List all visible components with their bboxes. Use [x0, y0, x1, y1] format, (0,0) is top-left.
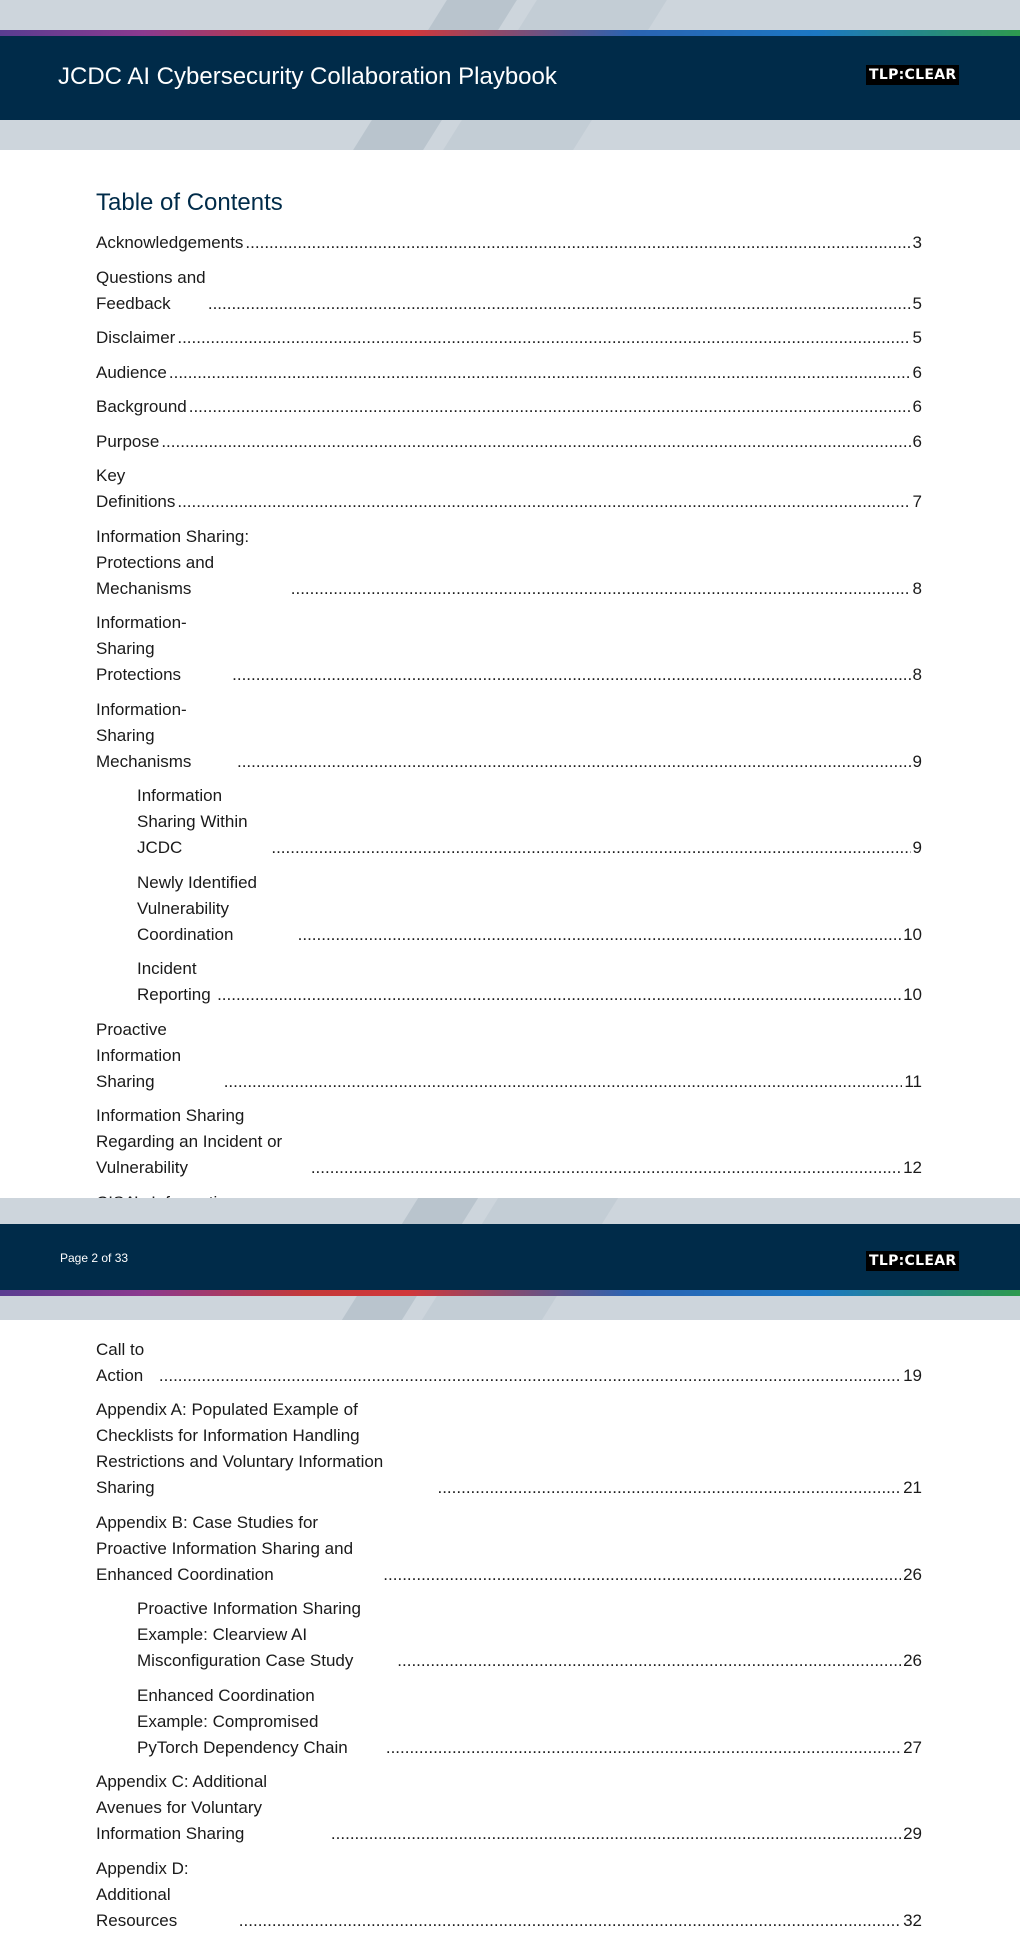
toc-page-number[interactable]: 10: [903, 922, 922, 948]
toc-page-number[interactable]: 3: [913, 230, 922, 256]
toc-dot-leader: [239, 1908, 901, 1934]
toc-page-number[interactable]: 29: [903, 1821, 922, 1847]
toc-dot-leader: [217, 982, 901, 1008]
toc-page-number[interactable]: 6: [913, 360, 922, 386]
toc-entry-title[interactable]: Proactive Information Sharing: [96, 1017, 222, 1095]
tlp-classification-badge: TLP:CLEAR: [866, 65, 960, 85]
toc-page-number[interactable]: 10: [903, 982, 922, 1008]
toc-entry[interactable]: Call to Action 19: [96, 1337, 922, 1389]
toc-entry-title[interactable]: Disclaimer: [96, 325, 175, 351]
toc-entry[interactable]: Appendix C: Additional Avenues for Volun…: [96, 1769, 922, 1847]
toc-entry-title[interactable]: Incident Reporting: [137, 956, 215, 1008]
toc-dot-leader: [383, 1562, 901, 1588]
toc-entry-title[interactable]: Audience: [96, 360, 167, 386]
toc-entry-title[interactable]: Information-Sharing Protections: [96, 610, 230, 688]
toc-entry[interactable]: Newly Identified Vulnerability Coordinat…: [96, 870, 922, 948]
toc-entry[interactable]: Enhanced Coordination Example: Compromis…: [96, 1683, 922, 1761]
toc-page-number[interactable]: 5: [913, 291, 922, 317]
toc-page-number[interactable]: 8: [913, 576, 922, 602]
toc-entry[interactable]: Information-Sharing Protections 8: [96, 610, 922, 688]
toc-entry[interactable]: Audience 6: [96, 360, 922, 386]
toc-entry[interactable]: Background 6: [96, 394, 922, 420]
toc-dot-leader: [311, 1155, 901, 1181]
toc-entry[interactable]: Acknowledgements 3: [96, 230, 922, 256]
toc-dot-leader: [177, 489, 910, 515]
toc-entry[interactable]: Appendix D: Additional Resources 32: [96, 1856, 922, 1934]
toc-dot-leader: [291, 576, 911, 602]
toc-page-number[interactable]: 27: [903, 1735, 922, 1761]
toc-page-number[interactable]: 8: [913, 662, 922, 688]
toc-dot-leader: [159, 1363, 901, 1389]
toc-entry[interactable]: Key Definitions 7: [96, 463, 922, 515]
toc-page-number[interactable]: 32: [903, 1908, 922, 1934]
toc-entry-title[interactable]: Appendix A: Populated Example of Checkli…: [96, 1397, 435, 1501]
toc-dot-leader: [437, 1475, 901, 1501]
toc-entry[interactable]: Disclaimer 5: [96, 325, 922, 351]
toc-entry[interactable]: Questions and Feedback 5: [96, 265, 922, 317]
toc-entry[interactable]: Information-Sharing Mechanisms 9: [96, 697, 922, 775]
toc-page-number[interactable]: 6: [913, 394, 922, 420]
document-title: JCDC AI Cybersecurity Collaboration Play…: [58, 63, 557, 90]
toc-entry-title[interactable]: Information Sharing Regarding an Inciden…: [96, 1103, 309, 1181]
toc-page-number[interactable]: 9: [913, 749, 922, 775]
toc-list: Acknowledgements 3 Questions and Feedback 5…: [96, 230, 922, 1942]
toc-entry-title[interactable]: Call to Action: [96, 1337, 157, 1389]
tlp-classification-badge: TLP:CLEAR: [866, 1251, 960, 1271]
toc-entry[interactable]: Information Sharing Regarding an Inciden…: [96, 1103, 922, 1181]
toc-entry-title[interactable]: Appendix B: Case Studies for Proactive I…: [96, 1510, 381, 1588]
toc-entry[interactable]: Appendix B: Case Studies for Proactive I…: [96, 1510, 922, 1588]
toc-entry[interactable]: Purpose 6: [96, 429, 922, 455]
toc-entry[interactable]: Information Sharing Within JCDC 9: [96, 783, 922, 861]
toc-entry-title[interactable]: Key Definitions: [96, 463, 175, 515]
toc-heading: Table of Contents: [96, 189, 283, 216]
toc-entry[interactable]: Proactive Information Sharing 11: [96, 1017, 922, 1095]
toc-entry-title[interactable]: Information Sharing: Protections and Mec…: [96, 524, 289, 602]
footer-color-rule: [0, 1290, 1020, 1296]
toc-entry-title[interactable]: Information Sharing Within JCDC: [137, 783, 269, 861]
toc-dot-leader: [208, 291, 911, 317]
toc-entry[interactable]: Information Sharing: Protections and Mec…: [96, 524, 922, 602]
toc-dot-leader: [245, 230, 910, 256]
toc-dot-leader: [224, 1069, 903, 1095]
toc-dot-leader: [331, 1821, 901, 1847]
toc-entry-title[interactable]: Enhanced Coordination Example: Compromis…: [137, 1683, 384, 1761]
toc-dot-leader: [237, 749, 911, 775]
toc-dot-leader: [386, 1735, 901, 1761]
toc-entry-title[interactable]: Newly Identified Vulnerability Coordinat…: [137, 870, 296, 948]
toc-page-number[interactable]: 26: [903, 1562, 922, 1588]
toc-entry-title[interactable]: Information-Sharing Mechanisms: [96, 697, 235, 775]
document-header: JCDC AI Cybersecurity Collaboration Play…: [0, 36, 1020, 120]
toc-page-number[interactable]: 11: [904, 1069, 922, 1095]
toc-entry[interactable]: Proactive Information Sharing Example: C…: [96, 1596, 922, 1674]
toc-page-number[interactable]: 21: [903, 1475, 922, 1501]
toc-page-number[interactable]: 9: [913, 835, 922, 861]
toc-dot-leader: [271, 835, 910, 861]
toc-page-number[interactable]: 26: [903, 1648, 922, 1674]
toc-entry-title[interactable]: Appendix D: Additional Resources: [96, 1856, 237, 1934]
toc-entry-title[interactable]: Appendix C: Additional Avenues for Volun…: [96, 1769, 329, 1847]
toc-entry-title[interactable]: Background: [96, 394, 187, 420]
toc-page-number[interactable]: 19: [903, 1363, 922, 1389]
toc-entry-title[interactable]: Purpose: [96, 429, 159, 455]
toc-dot-leader: [232, 662, 910, 688]
toc-entry-title[interactable]: Proactive Information Sharing Example: C…: [137, 1596, 395, 1674]
toc-entry-title[interactable]: Questions and Feedback: [96, 265, 206, 317]
toc-page-number[interactable]: 5: [913, 325, 922, 351]
toc-dot-leader: [397, 1648, 901, 1674]
toc-entry-title[interactable]: Acknowledgements: [96, 230, 243, 256]
toc-dot-leader: [189, 394, 911, 420]
toc-entry[interactable]: Incident Reporting 10: [96, 956, 922, 1008]
toc-dot-leader: [161, 429, 910, 455]
document-footer: Page 2 of 33 TLP:CLEAR: [0, 1224, 1020, 1290]
toc-dot-leader: [177, 325, 910, 351]
toc-page-number[interactable]: 12: [903, 1155, 922, 1181]
toc-page-number[interactable]: 6: [913, 429, 922, 455]
toc-dot-leader: [298, 922, 901, 948]
toc-dot-leader: [169, 360, 911, 386]
page-number: Page 2 of 33: [60, 1251, 129, 1265]
toc-entry[interactable]: Appendix A: Populated Example of Checkli…: [96, 1397, 922, 1501]
toc-page-number[interactable]: 7: [913, 489, 922, 515]
